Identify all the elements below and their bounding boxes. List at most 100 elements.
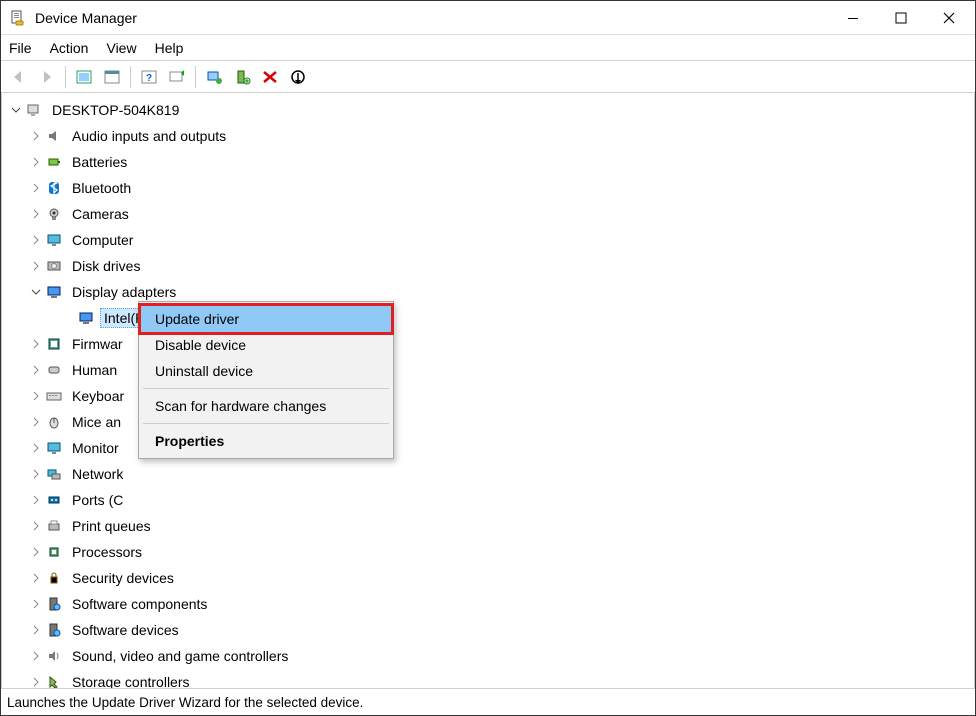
tree-node-label: Audio inputs and outputs (68, 126, 230, 146)
context-menu-item[interactable]: Uninstall device (141, 358, 391, 384)
menu-view[interactable]: View (106, 40, 136, 56)
expander-icon[interactable] (28, 232, 44, 248)
tree-root-node[interactable]: DESKTOP-504K819 (4, 97, 974, 123)
tree-node[interactable]: Disk drives (4, 253, 974, 279)
mouse-icon (44, 412, 64, 432)
menu-action[interactable]: Action (50, 40, 89, 56)
tree-node[interactable]: Cameras (4, 201, 974, 227)
disable-button[interactable] (285, 64, 311, 90)
context-menu-item[interactable]: Properties (141, 428, 391, 454)
disk-icon (44, 256, 64, 276)
uninstall-button[interactable] (257, 64, 283, 90)
help-button[interactable]: ? (136, 64, 162, 90)
tree-node[interactable]: Processors (4, 539, 974, 565)
expander-icon[interactable] (28, 180, 44, 196)
tree-node-label: Firmwar (68, 334, 127, 354)
update-driver-button[interactable] (201, 64, 227, 90)
tree-node[interactable]: Batteries (4, 149, 974, 175)
network-icon (44, 464, 64, 484)
expander-icon[interactable] (28, 466, 44, 482)
toolbar: ? (1, 61, 975, 93)
expander-icon[interactable] (28, 362, 44, 378)
expander-icon[interactable] (28, 518, 44, 534)
statusbar: Launches the Update Driver Wizard for th… (1, 688, 975, 715)
show-hidden-button[interactable] (71, 64, 97, 90)
expander-icon[interactable] (28, 492, 44, 508)
monitor-icon (44, 230, 64, 250)
tree-node-label: Bluetooth (68, 178, 135, 198)
tree-node[interactable]: Sound, video and game controllers (4, 643, 974, 669)
tree-node[interactable]: Security devices (4, 565, 974, 591)
keyboard-icon (44, 386, 64, 406)
tree-node-label: Cameras (68, 204, 133, 224)
expander-icon[interactable] (28, 570, 44, 586)
tree-node-label: Security devices (68, 568, 178, 588)
cpu-icon (44, 542, 64, 562)
expander-icon[interactable] (28, 440, 44, 456)
context-menu-item[interactable]: Disable device (141, 332, 391, 358)
port-icon (44, 490, 64, 510)
maximize-button[interactable] (877, 1, 925, 35)
printer-icon (44, 516, 64, 536)
tree-node-label: Monitor (68, 438, 123, 458)
tree-node[interactable]: Bluetooth (4, 175, 974, 201)
menu-file[interactable]: File (9, 40, 32, 56)
tree-node-label: Computer (68, 230, 137, 250)
tree-node-label: Human (68, 360, 121, 380)
camera-icon (44, 204, 64, 224)
tree-node-label: Software components (68, 594, 211, 614)
expander-icon[interactable] (28, 258, 44, 274)
expander-icon[interactable] (28, 388, 44, 404)
tree-node[interactable]: Software devices (4, 617, 974, 643)
hid-icon (44, 360, 64, 380)
tree-node[interactable]: Audio inputs and outputs (4, 123, 974, 149)
expander-icon[interactable] (28, 648, 44, 664)
minimize-button[interactable] (829, 1, 877, 35)
monitor-icon (44, 438, 64, 458)
add-device-button[interactable] (229, 64, 255, 90)
tree-node[interactable]: Print queues (4, 513, 974, 539)
properties-button[interactable] (99, 64, 125, 90)
tree-node-label: Network (68, 464, 127, 484)
expander-icon[interactable] (28, 596, 44, 612)
device-tree-panel[interactable]: DESKTOP-504K819 Audio inputs and outputs… (1, 93, 975, 688)
tree-node[interactable]: Network (4, 461, 974, 487)
expander-icon[interactable] (28, 414, 44, 430)
software-icon (44, 594, 64, 614)
back-button (6, 64, 32, 90)
display-icon (44, 282, 64, 302)
expander-icon[interactable] (28, 284, 44, 300)
audio-icon (44, 126, 64, 146)
computer-icon (24, 100, 44, 120)
expander-icon[interactable] (28, 128, 44, 144)
tree-node-label: Sound, video and game controllers (68, 646, 292, 666)
expander-icon[interactable] (28, 622, 44, 638)
status-text: Launches the Update Driver Wizard for th… (7, 695, 363, 710)
tree-node-label: Keyboar (68, 386, 128, 406)
menu-help[interactable]: Help (155, 40, 184, 56)
context-menu-item[interactable]: Scan for hardware changes (141, 393, 391, 419)
context-menu-item[interactable]: Update driver (138, 303, 394, 335)
tree-root-label: DESKTOP-504K819 (48, 100, 183, 120)
scan-button[interactable] (164, 64, 190, 90)
tree-node[interactable]: Computer (4, 227, 974, 253)
menubar: File Action View Help (1, 35, 975, 61)
expander-icon[interactable] (28, 674, 44, 688)
storage-icon (44, 672, 64, 688)
expander-icon[interactable] (28, 336, 44, 352)
security-icon (44, 568, 64, 588)
expander-icon[interactable] (28, 544, 44, 560)
tree-node-label: Processors (68, 542, 146, 562)
tree-node-label: Display adapters (68, 282, 180, 302)
expander-icon[interactable] (28, 206, 44, 222)
close-button[interactable] (925, 1, 973, 35)
tree-node[interactable]: Ports (C (4, 487, 974, 513)
tree-node[interactable]: Storage controllers (4, 669, 974, 688)
software-icon (44, 620, 64, 640)
sound-icon (44, 646, 64, 666)
expander-icon[interactable] (8, 102, 24, 118)
tree-node-label: Print queues (68, 516, 155, 536)
expander-icon[interactable] (28, 154, 44, 170)
tree-node[interactable]: Software components (4, 591, 974, 617)
bluetooth-icon (44, 178, 64, 198)
